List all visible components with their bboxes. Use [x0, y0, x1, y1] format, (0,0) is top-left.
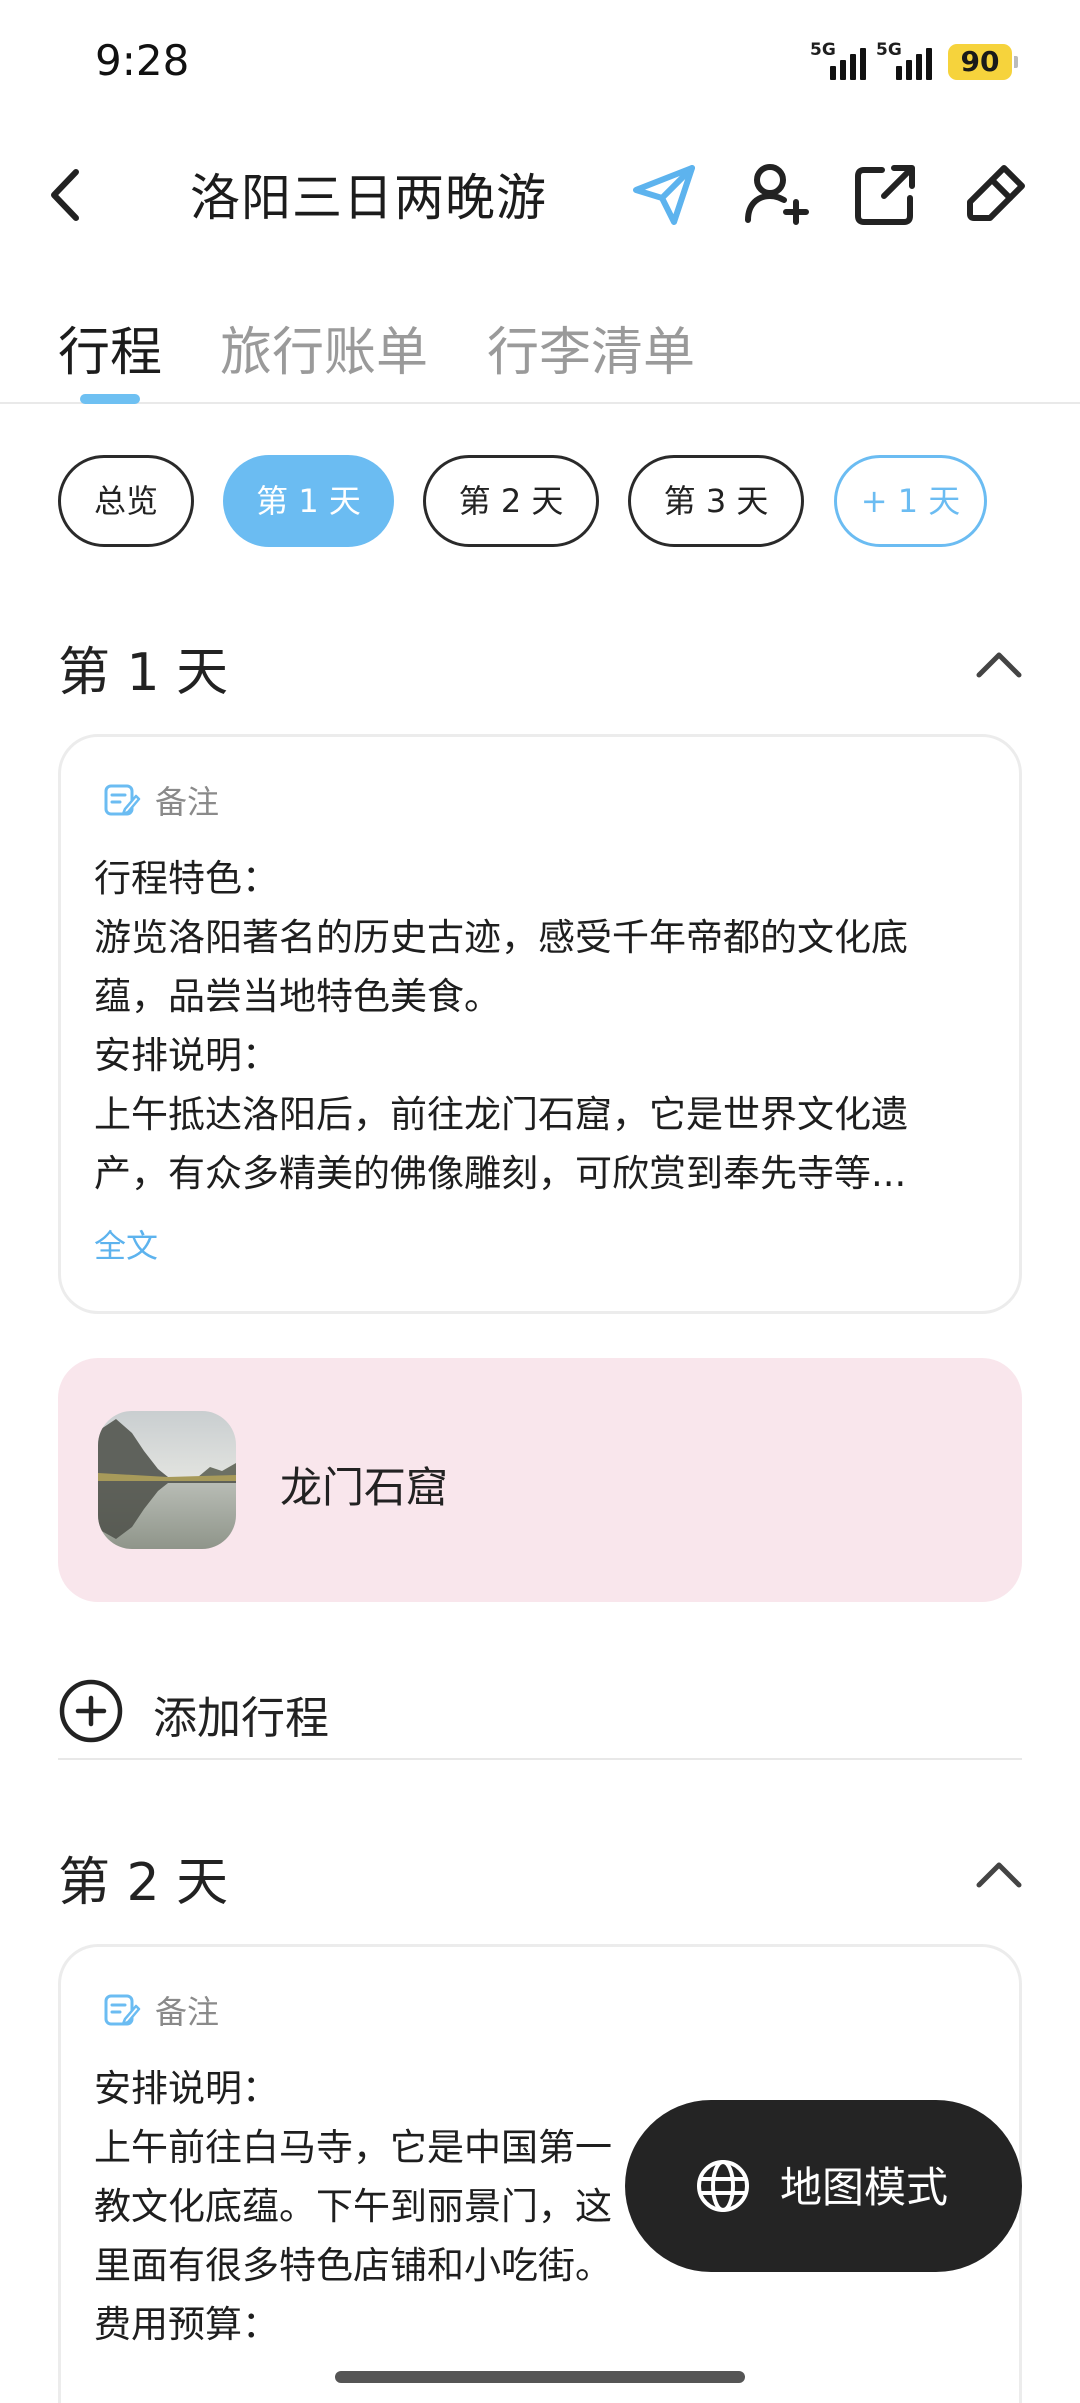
chip-day-3[interactable]: 第 3 天: [628, 455, 804, 547]
poi-card-longmen[interactable]: 龙门石窟: [58, 1358, 1022, 1602]
poi-name: 龙门石窟: [280, 1463, 449, 1512]
share-icon: [855, 165, 915, 225]
chip-day-1[interactable]: 第 1 天: [223, 455, 394, 547]
add-person-icon: [745, 164, 809, 225]
chip-day-2[interactable]: 第 2 天: [423, 455, 599, 547]
add-circle-icon: [59, 1679, 123, 1743]
landscape-image: [98, 1411, 236, 1549]
signal-icon: 5G: [810, 40, 866, 80]
day-2-title: 第 2 天: [58, 1853, 229, 1913]
section-divider: [58, 1758, 1022, 1760]
back-icon: [51, 169, 79, 221]
note-icon: [104, 1994, 141, 2026]
edit-icon: [967, 165, 1025, 221]
tab-packing-list[interactable]: 行李清单: [487, 310, 695, 385]
poi-thumbnail: [98, 1411, 236, 1549]
add-itinerary-label: 添加行程: [153, 1693, 329, 1744]
day-1-note-card[interactable]: 备注 行程特色： 游览洛阳著名的历史古迹，感受千年帝都的文化底 蕴，品尝当地特色…: [58, 734, 1022, 1314]
day-1-title: 第 1 天: [58, 643, 229, 703]
edit-button[interactable]: [960, 158, 1032, 230]
send-icon: [633, 165, 695, 225]
note-label: 备注: [103, 777, 219, 823]
globe-icon: [697, 2160, 749, 2212]
battery-tip: [1014, 56, 1018, 68]
tab-travel-bill[interactable]: 旅行账单: [220, 310, 428, 385]
full-text-link[interactable]: 全文: [94, 1221, 158, 1267]
battery-indicator: 90: [948, 44, 1012, 80]
collapse-day-2-button[interactable]: [976, 1860, 1022, 1888]
note-label: 备注: [103, 1987, 219, 2033]
send-button[interactable]: [628, 158, 700, 230]
top-app-bar: 洛阳三日两晚游: [0, 130, 1080, 260]
chip-overview[interactable]: 总览: [58, 455, 194, 547]
add-member-button[interactable]: [740, 158, 812, 230]
day-chip-row: 总览 第 1 天 第 2 天 第 3 天 + 1 天: [0, 455, 1080, 547]
add-itinerary-button[interactable]: 添加行程: [58, 1662, 1022, 1758]
collapse-day-1-button[interactable]: [976, 650, 1022, 678]
chevron-up-icon: [976, 652, 1022, 678]
note-icon: [104, 784, 141, 816]
status-time: 9:28: [95, 36, 190, 85]
tab-itinerary[interactable]: 行程: [58, 310, 162, 385]
share-button[interactable]: [850, 158, 922, 230]
page-title: 洛阳三日两晚游: [190, 169, 547, 227]
signal-icon-2: 5G: [876, 40, 936, 80]
home-indicator[interactable]: [335, 2371, 745, 2383]
chip-add-day[interactable]: + 1 天: [834, 455, 987, 547]
map-mode-button[interactable]: 地图模式: [625, 2100, 1022, 2272]
status-bar: 9:28 5G 5G 90: [0, 0, 1080, 120]
back-button[interactable]: [42, 160, 92, 230]
day-1-note-text: 行程特色： 游览洛阳著名的历史古迹，感受千年帝都的文化底 蕴，品尝当地特色美食。…: [94, 857, 908, 1195]
tab-indicator: [80, 394, 140, 404]
map-mode-label: 地图模式: [780, 2163, 949, 2212]
tab-bar: 行程 旅行账单 行李清单: [0, 300, 1080, 404]
chevron-up-icon: [976, 1862, 1022, 1888]
